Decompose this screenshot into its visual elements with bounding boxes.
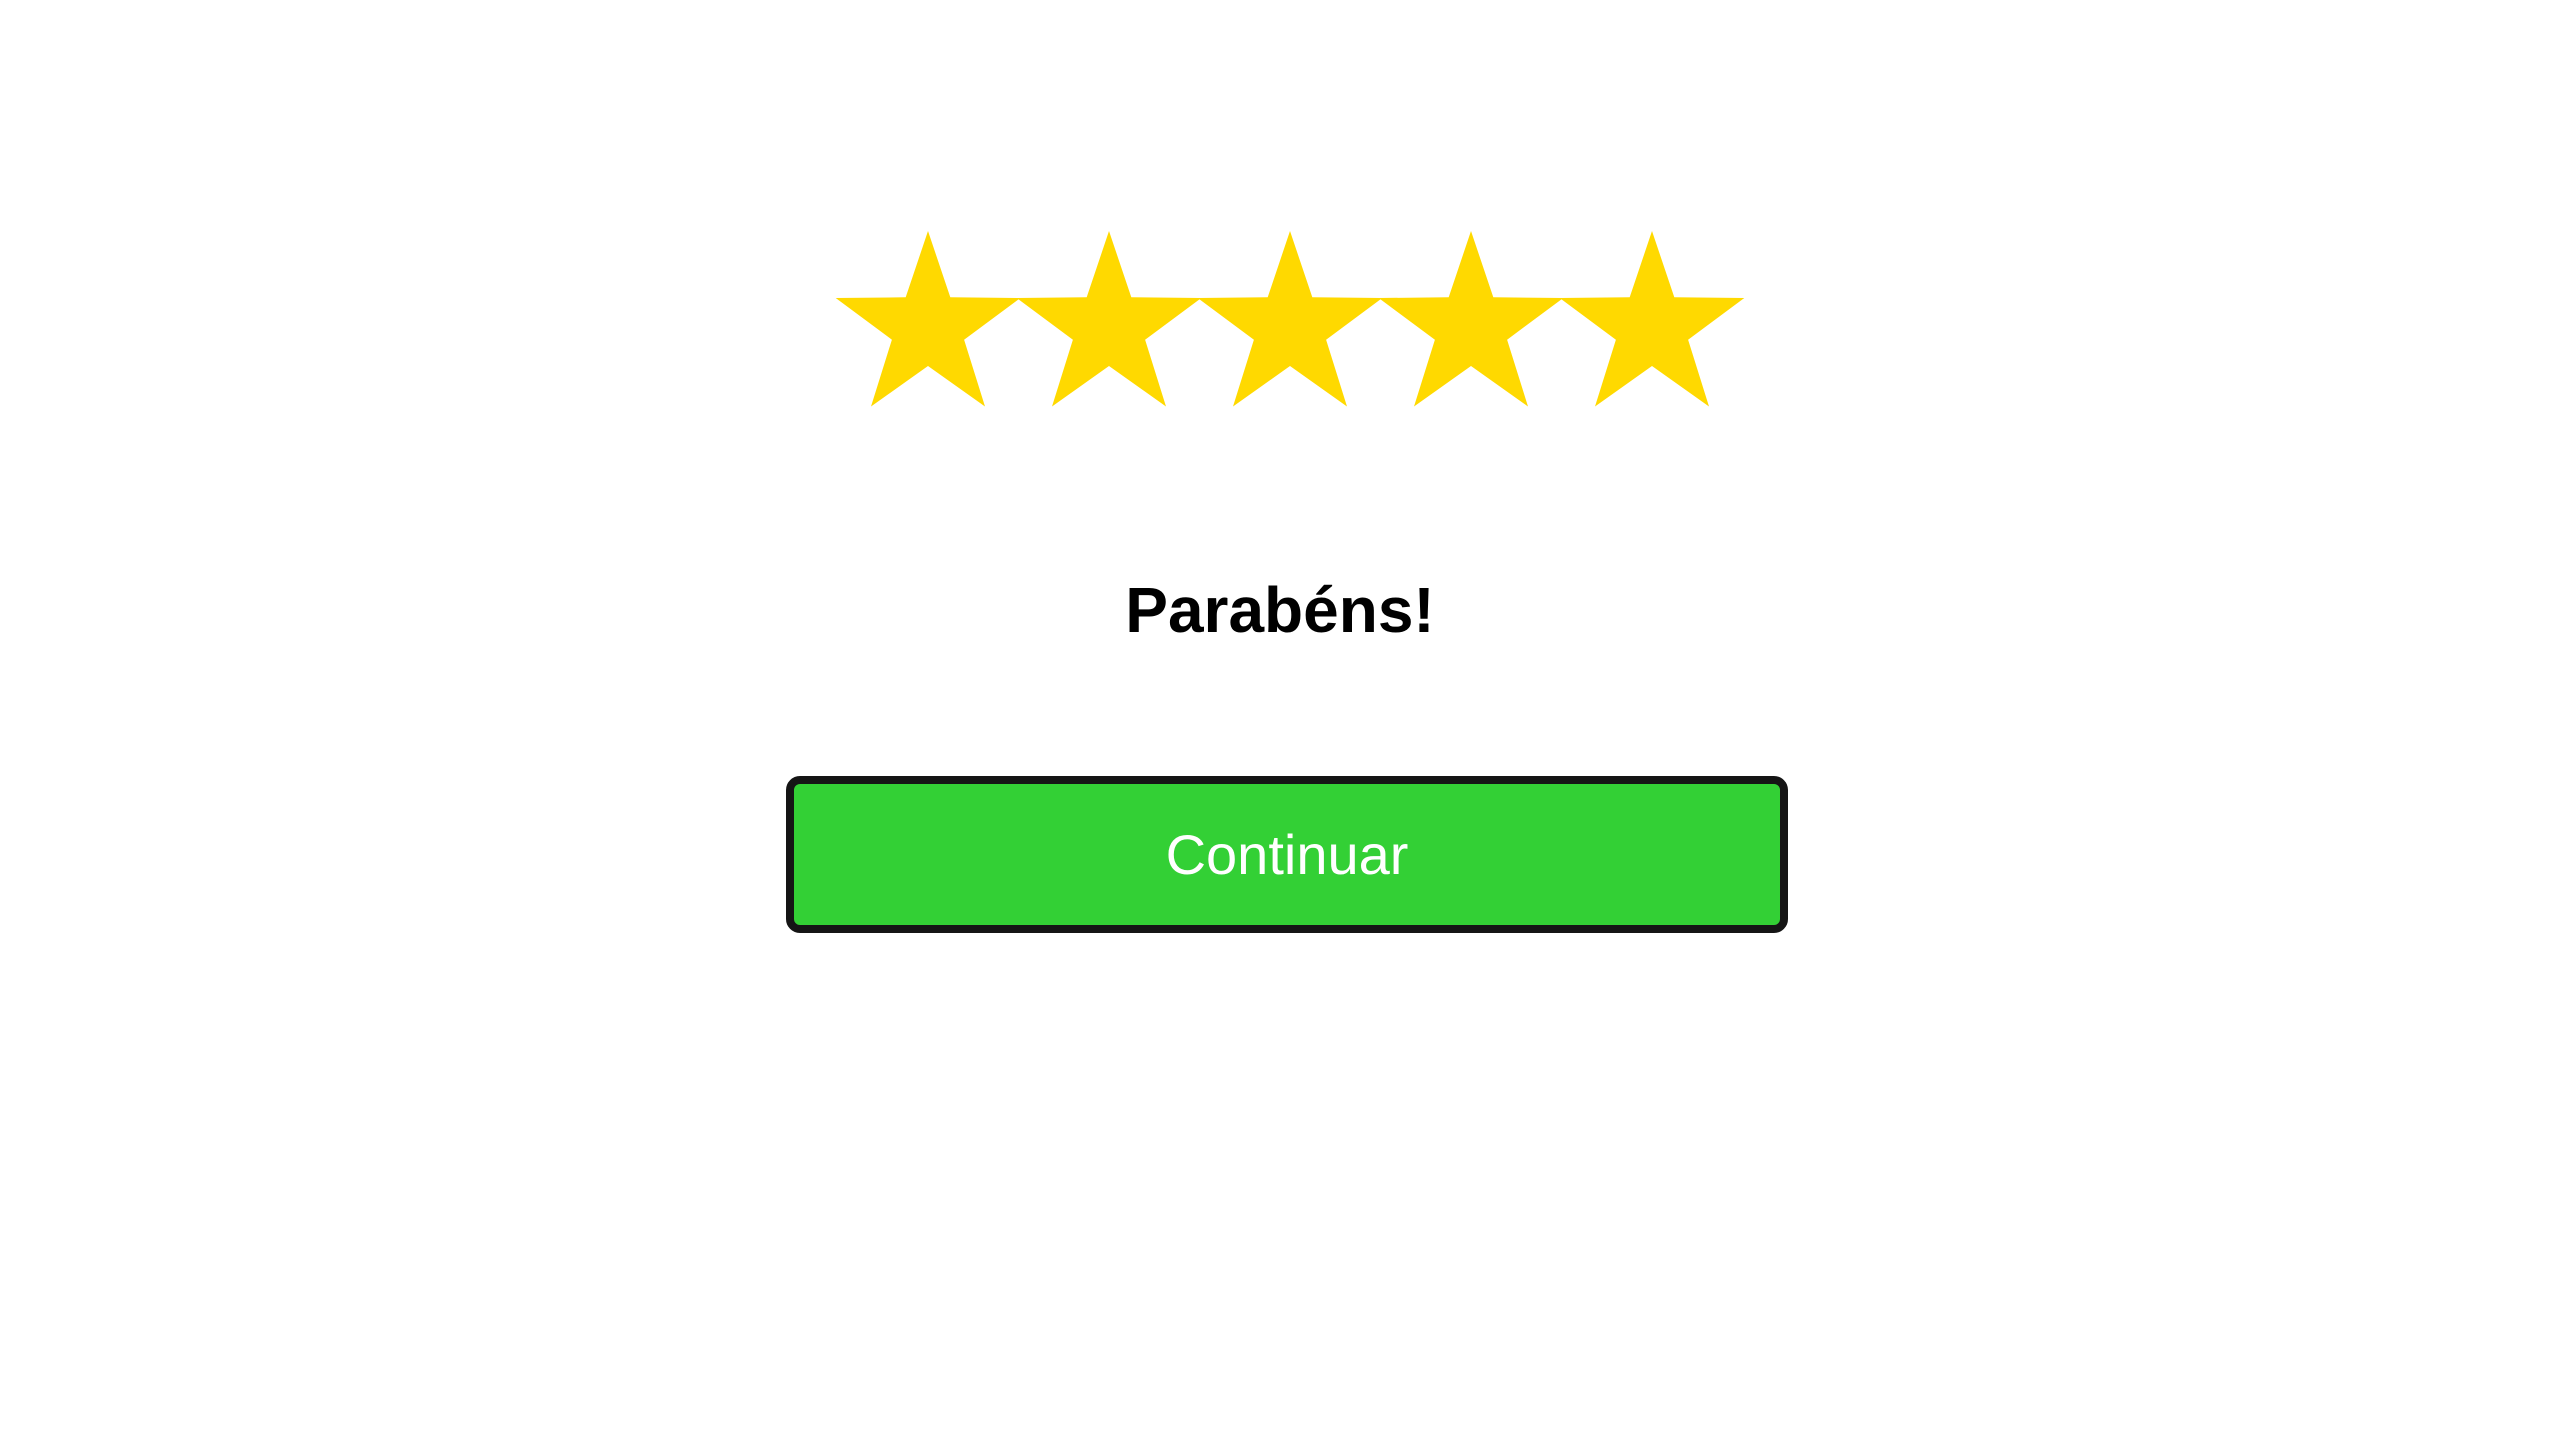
continue-button[interactable]: Continuar [786,776,1788,933]
congratulations-heading: Parabéns! [1125,574,1435,646]
star-icon [1197,231,1383,407]
star-icon [1016,231,1202,407]
star-icon [835,231,1021,407]
stars-graphic [835,231,1745,407]
star-icon [1559,231,1745,407]
congratulations-screen: Parabéns! Continuar [0,0,2560,1440]
star-icon [1378,231,1564,407]
star-rating [835,228,1749,414]
